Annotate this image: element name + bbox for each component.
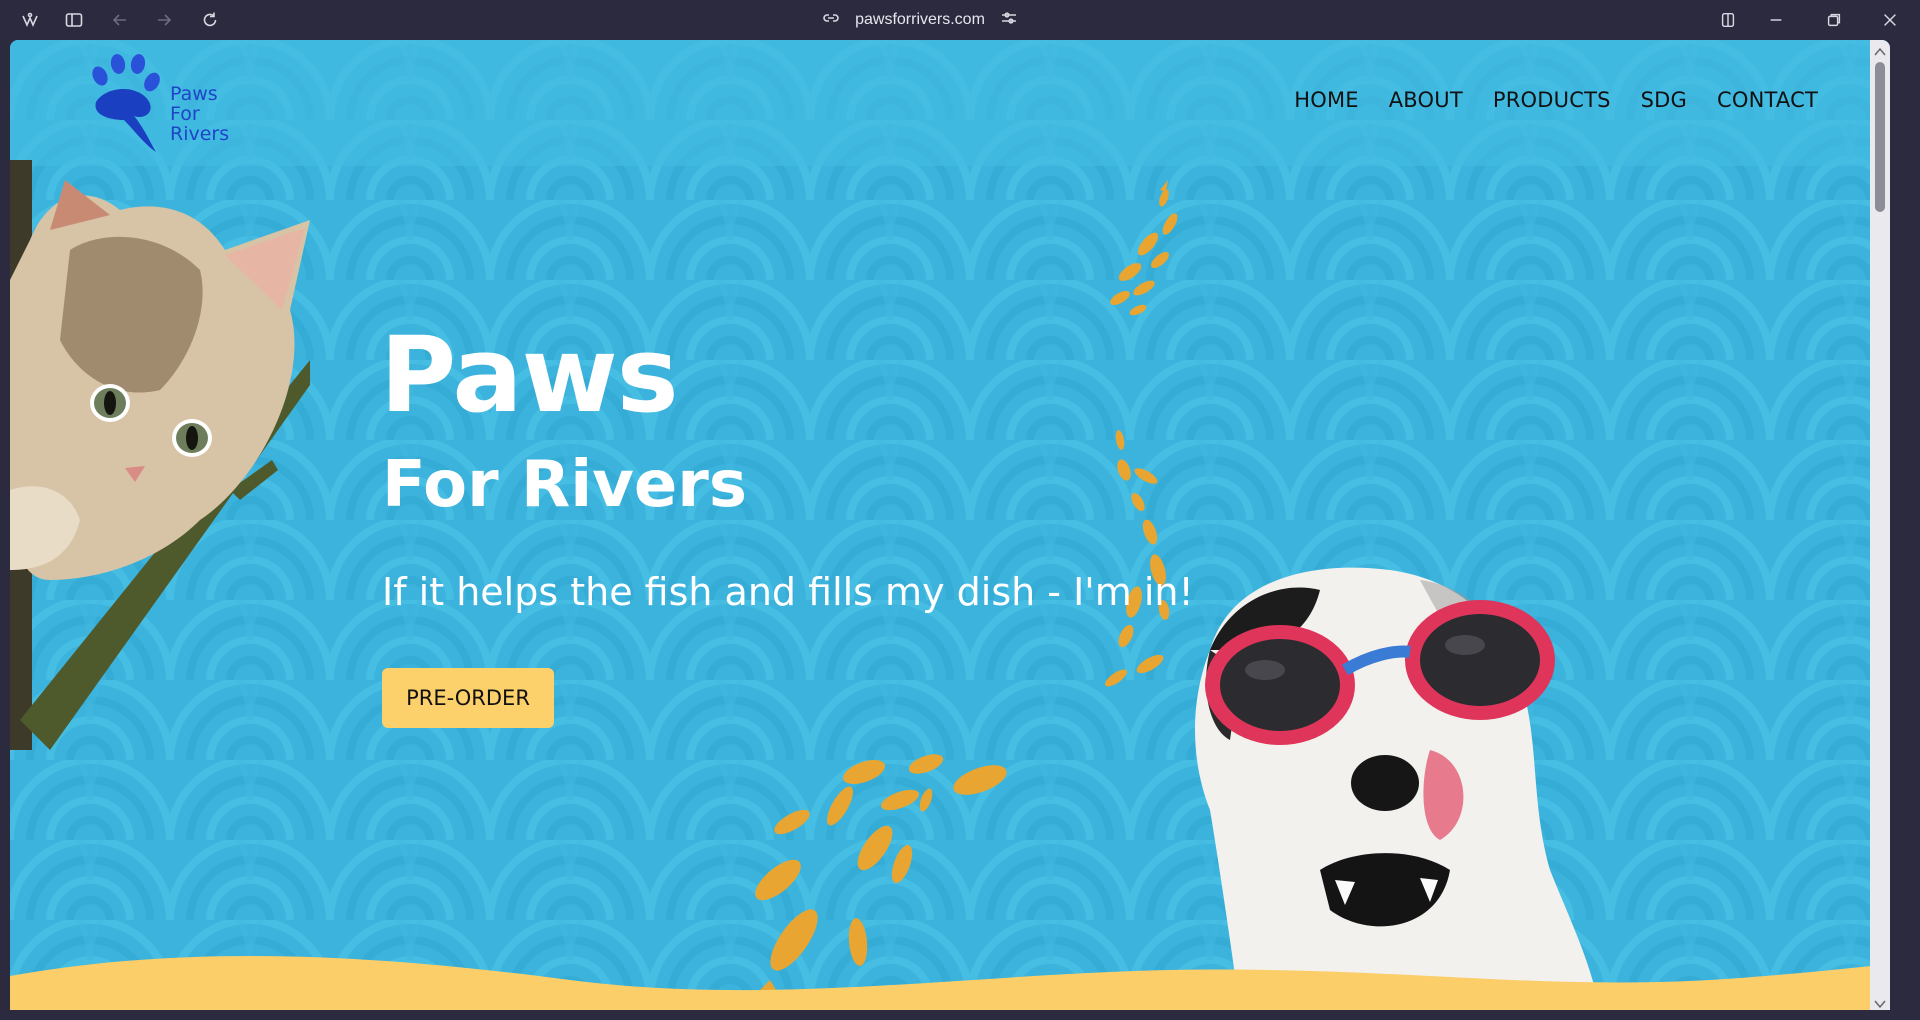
- nav-products[interactable]: PRODUCTS: [1493, 88, 1611, 112]
- scroll-down-icon[interactable]: [1874, 996, 1886, 1009]
- nav-contact[interactable]: CONTACT: [1717, 88, 1818, 112]
- hero-tagline: If it helps the fish and fills my dish -…: [382, 570, 1194, 614]
- logo-wordmark: Paws For Rivers: [170, 84, 229, 144]
- hero-title: Paws: [380, 314, 679, 436]
- link-icon: [821, 8, 841, 33]
- close-icon[interactable]: [1876, 6, 1904, 34]
- main-nav: HOME ABOUT PRODUCTS SDG CONTACT: [1294, 88, 1818, 112]
- sand-wave-footer: [10, 955, 1890, 1010]
- site-settings-icon[interactable]: [999, 8, 1019, 33]
- web-page: Paws For Rivers HOME ABOUT PRODUCTS SDG …: [10, 40, 1890, 1010]
- nav-about[interactable]: ABOUT: [1389, 88, 1463, 112]
- app-menu-icon[interactable]: [16, 6, 44, 34]
- scroll-thumb[interactable]: [1875, 62, 1885, 212]
- nav-sdg[interactable]: SDG: [1641, 88, 1687, 112]
- address-bar[interactable]: pawsforrivers.com: [810, 6, 1030, 34]
- scroll-up-icon[interactable]: [1874, 44, 1886, 56]
- pre-order-button[interactable]: PRE-ORDER: [382, 668, 554, 728]
- hero-subtitle: For Rivers: [382, 448, 747, 522]
- nav-home[interactable]: HOME: [1294, 88, 1359, 112]
- logo-text-line2: For: [170, 103, 200, 125]
- split-view-icon[interactable]: [1714, 6, 1742, 34]
- minimize-icon[interactable]: [1762, 6, 1790, 34]
- logo-text-line1: Paws: [170, 83, 218, 105]
- restore-icon[interactable]: [1820, 6, 1848, 34]
- fish-school-middle: [1104, 430, 1170, 687]
- vertical-scrollbar[interactable]: [1870, 40, 1890, 1010]
- browser-toolbar: pawsforrivers.com: [0, 0, 1920, 40]
- forward-icon[interactable]: [150, 6, 178, 34]
- kitten-image: [10, 160, 310, 750]
- sidebar-icon[interactable]: [60, 6, 88, 34]
- url-text: pawsforrivers.com: [855, 11, 985, 28]
- back-icon[interactable]: [106, 6, 134, 34]
- logo-text-line3: Rivers: [170, 123, 230, 145]
- reload-icon[interactable]: [196, 6, 224, 34]
- fish-school-top: [1110, 180, 1178, 316]
- dog-with-sunglasses-image: [1195, 567, 1600, 1010]
